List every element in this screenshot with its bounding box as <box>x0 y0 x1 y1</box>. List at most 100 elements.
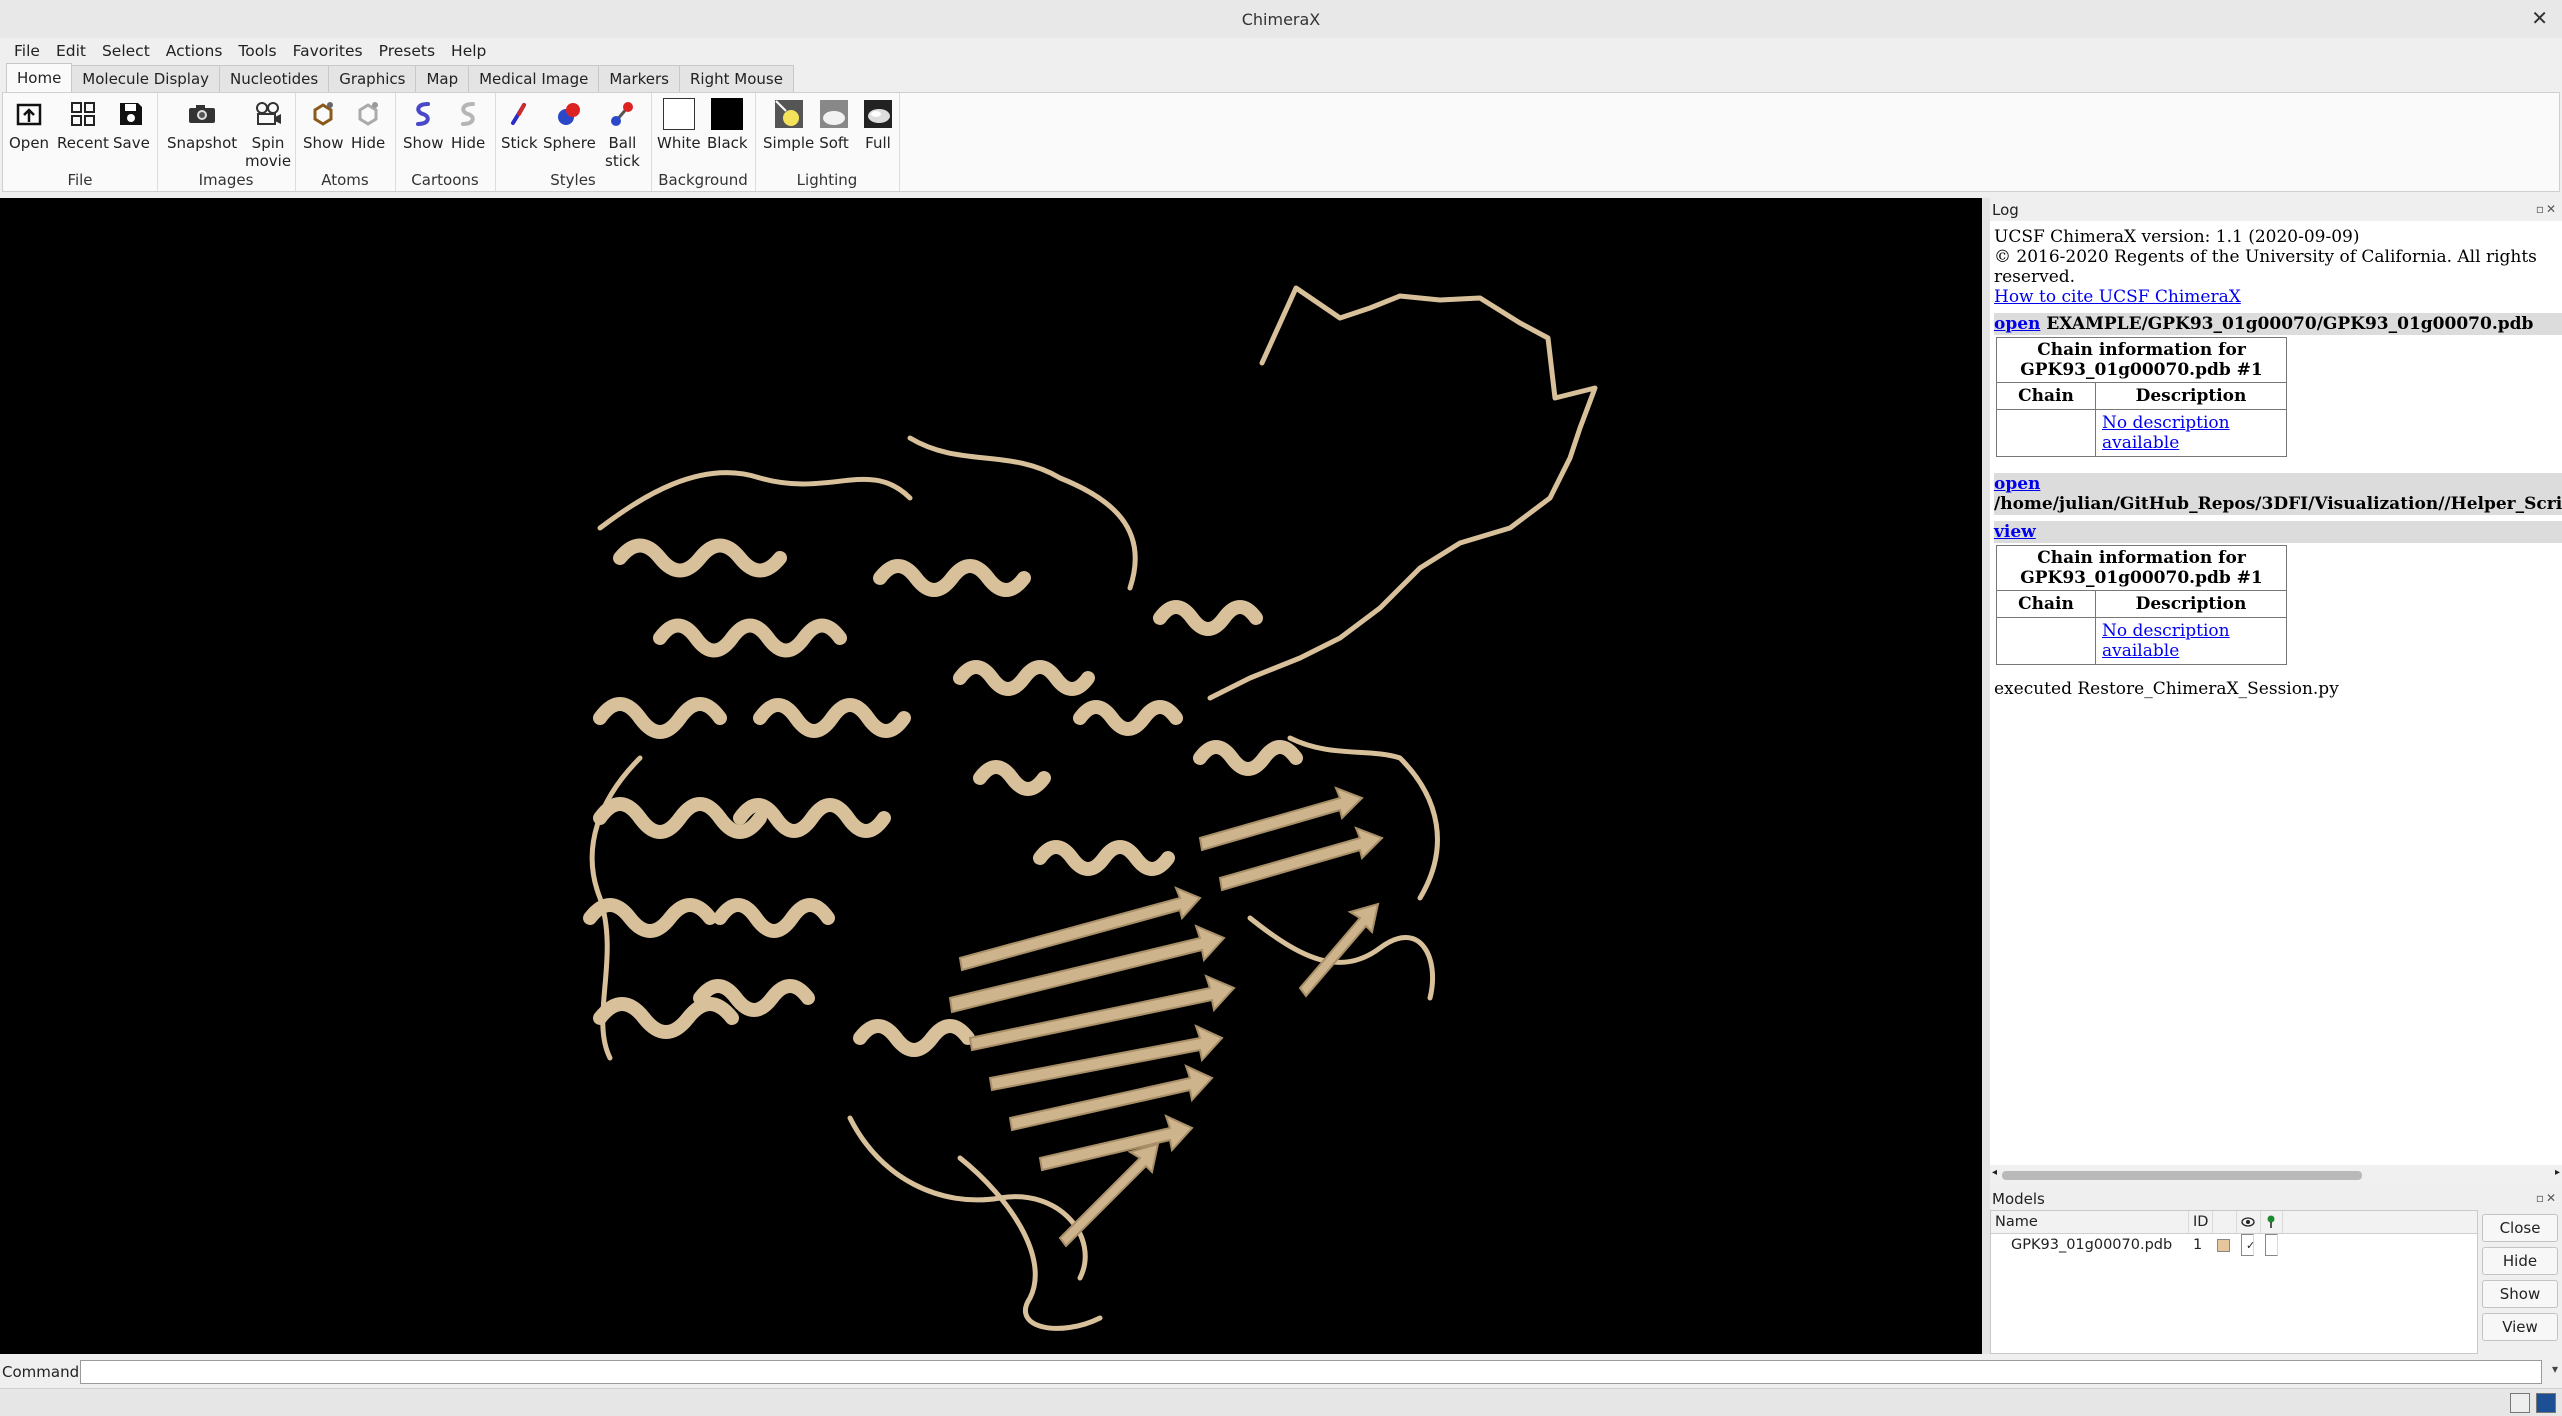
tab-map[interactable]: Map <box>415 65 470 92</box>
log-command-open-2: open /home/julian/GitHub_Repos/3DFI/Visu… <box>1994 473 2562 515</box>
cite-link[interactable]: How to cite UCSF ChimeraX <box>1994 287 2241 307</box>
command-input[interactable] <box>80 1360 2542 1384</box>
show-model-button[interactable]: Show <box>2482 1280 2558 1308</box>
menu-favorites[interactable]: Favorites <box>285 42 371 60</box>
model-visible-checkbox[interactable]: ✓ <box>2237 1234 2261 1256</box>
group-title-atoms: Atoms <box>321 171 369 189</box>
snapshot-button[interactable]: Snapshot <box>167 97 237 152</box>
no-description-link[interactable]: No description available <box>2102 621 2230 661</box>
menu-edit[interactable]: Edit <box>48 42 94 60</box>
panel-splitter[interactable] <box>1982 198 1990 1354</box>
models-table: Name ID GPK93_01g00070.pdb 1 ✓ <box>1990 1210 2478 1354</box>
save-button[interactable]: Save <box>113 97 150 152</box>
graphics-window-icon[interactable] <box>2510 1393 2530 1413</box>
group-lighting: Simple Soft Full Lighting <box>755 93 900 191</box>
window-title: ChimeraX <box>1241 9 1321 29</box>
log-horizontal-scrollbar[interactable]: ◂ ▸ <box>1990 1165 2562 1185</box>
view-command-link[interactable]: view <box>1994 522 2036 542</box>
protein-cartoon-render <box>583 285 1598 1331</box>
ball-stick-style-icon <box>605 97 639 131</box>
id-column-header[interactable]: ID <box>2189 1211 2213 1233</box>
full-lighting-icon <box>861 97 895 131</box>
cartoon-ribbon-icon <box>406 97 440 131</box>
command-toggle-icon[interactable] <box>2536 1393 2556 1413</box>
black-background-button[interactable]: Black <box>707 97 748 152</box>
tab-nucleotides[interactable]: Nucleotides <box>219 65 330 92</box>
scroll-thumb[interactable] <box>2002 1171 2362 1180</box>
models-title: Models <box>1992 1190 2045 1208</box>
tab-molecule-display[interactable]: Molecule Display <box>71 65 221 92</box>
menu-select[interactable]: Select <box>94 42 158 60</box>
menu-help[interactable]: Help <box>443 42 494 60</box>
menu-tools[interactable]: Tools <box>230 42 284 60</box>
group-title-images: Images <box>198 171 254 189</box>
description-column-header: Description <box>2095 590 2287 618</box>
title-bar: ChimeraX ✕ <box>0 0 2562 39</box>
group-file: Open Recent Save File <box>3 93 158 191</box>
spin-movie-button[interactable]: Spin movie <box>245 97 291 170</box>
view-model-button[interactable]: View <box>2482 1313 2558 1341</box>
tab-markers[interactable]: Markers <box>598 65 680 92</box>
log-dock-buttons[interactable]: ▫✕ <box>2536 202 2558 216</box>
chain-info-table: Chain information for GPK93_01g00070.pdb… <box>1996 337 2287 457</box>
chain-cell <box>1996 617 2096 665</box>
atoms-hide-button[interactable]: Hide <box>351 97 385 152</box>
soft-lighting-button[interactable]: Soft <box>817 97 851 152</box>
model-select-checkbox[interactable] <box>2261 1234 2283 1256</box>
chain-table-caption: Chain information for GPK93_01g00070.pdb… <box>1996 337 2287 382</box>
sphere-style-icon <box>552 97 586 131</box>
white-background-button[interactable]: White <box>657 97 701 152</box>
stick-style-icon <box>502 97 536 131</box>
full-lighting-button[interactable]: Full <box>861 97 895 152</box>
tab-home[interactable]: Home <box>6 63 73 92</box>
group-styles: Stick Sphere Ball stick Styles <box>495 93 652 191</box>
group-cartoons: Show Hide Cartoons <box>395 93 496 191</box>
sphere-button[interactable]: Sphere <box>543 97 596 152</box>
chain-table-caption: Chain information for GPK93_01g00070.pdb… <box>1996 545 2287 590</box>
color-column-header[interactable] <box>2213 1211 2237 1233</box>
no-description-link[interactable]: No description available <box>2102 413 2230 453</box>
scroll-left-icon[interactable]: ◂ <box>1992 1167 1997 1178</box>
hide-model-button[interactable]: Hide <box>2482 1247 2558 1275</box>
tab-right-mouse[interactable]: Right Mouse <box>679 65 794 92</box>
models-dock-buttons[interactable]: ▫✕ <box>2536 1191 2558 1205</box>
model-row[interactable]: GPK93_01g00070.pdb 1 ✓ <box>1991 1234 2477 1256</box>
select-pointer-icon[interactable] <box>2261 1211 2283 1233</box>
scroll-right-icon[interactable]: ▸ <box>2555 1167 2560 1178</box>
chain-cell <box>1996 409 2096 457</box>
floppy-disk-icon <box>114 97 148 131</box>
model-color-swatch[interactable] <box>2213 1234 2237 1256</box>
stick-button[interactable]: Stick <box>501 97 538 152</box>
log-title: Log <box>1992 201 2019 219</box>
group-title-file: File <box>67 171 93 189</box>
atoms-hide-icon <box>351 97 385 131</box>
recent-button[interactable]: Recent <box>57 97 109 152</box>
name-column-header[interactable]: Name <box>1991 1211 2189 1233</box>
tab-medical-image[interactable]: Medical Image <box>468 65 600 92</box>
simple-lighting-button[interactable]: Simple <box>763 97 814 152</box>
menu-actions[interactable]: Actions <box>158 42 231 60</box>
open-command-path: /home/julian/GitHub_Repos/3DFI/Visualiza… <box>1994 494 2562 514</box>
group-images: Snapshot Spin movie Images <box>157 93 296 191</box>
menu-presets[interactable]: Presets <box>371 42 443 60</box>
chevron-down-icon[interactable]: ▾ <box>2552 1362 2558 1376</box>
open-command-link[interactable]: open <box>1994 474 2040 494</box>
group-title-background: Background <box>658 171 748 189</box>
menu-file[interactable]: File <box>6 42 48 60</box>
cartoons-show-button[interactable]: Show <box>403 97 443 152</box>
open-command-link[interactable]: open <box>1994 314 2040 334</box>
folder-open-icon <box>12 97 46 131</box>
close-model-button[interactable]: Close <box>2482 1214 2558 1242</box>
open-button[interactable]: Open <box>9 97 49 152</box>
ball-stick-button[interactable]: Ball stick <box>605 97 640 170</box>
eye-icon[interactable] <box>2237 1211 2261 1233</box>
model-id: 1 <box>2193 1237 2203 1253</box>
cartoons-hide-button[interactable]: Hide <box>451 97 485 152</box>
cartoon-ribbon-hide-icon <box>451 97 485 131</box>
close-window-icon[interactable]: ✕ <box>2531 6 2548 30</box>
tab-graphics[interactable]: Graphics <box>328 65 417 92</box>
graphics-viewport[interactable] <box>0 198 1982 1354</box>
log-command-view: view <box>1994 521 2562 543</box>
log-panel[interactable]: UCSF ChimeraX version: 1.1 (2020-09-09) … <box>1990 221 2562 1165</box>
atoms-show-button[interactable]: Show <box>303 97 343 152</box>
